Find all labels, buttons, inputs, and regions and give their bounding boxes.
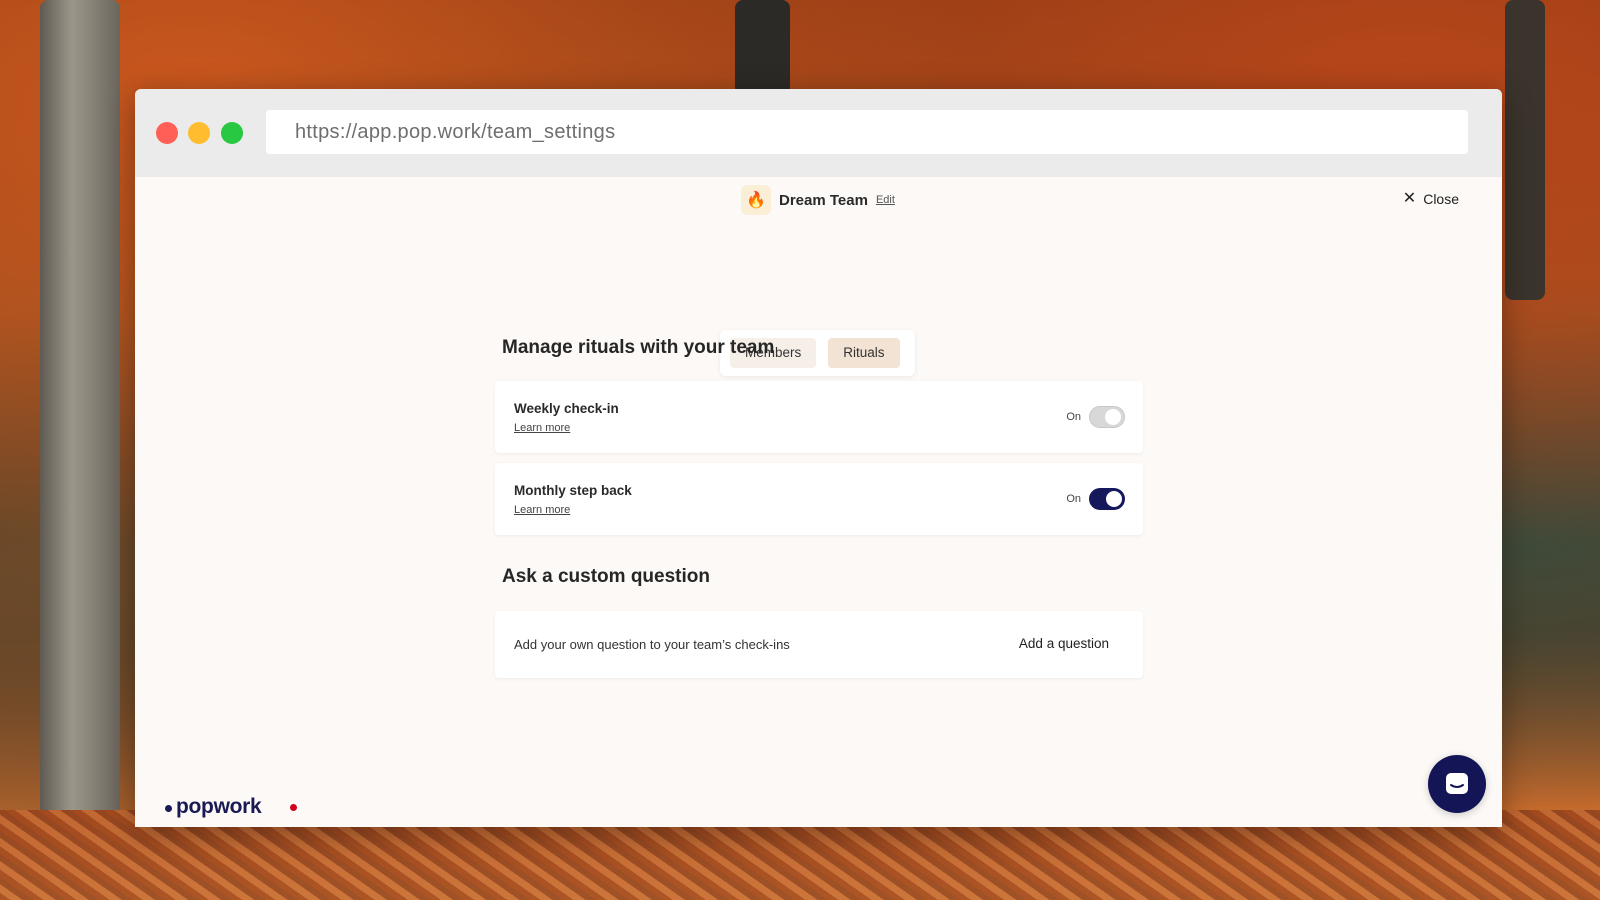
- team-settings-page: 🔥 Dream Team Edit ✕ Close Members Ritual…: [135, 177, 1502, 827]
- ritual-card-weekly: Weekly check-in Learn more On: [495, 381, 1143, 453]
- chat-icon: [1446, 773, 1468, 794]
- learn-more-link[interactable]: Learn more: [514, 504, 570, 516]
- close-icon: ✕: [1402, 190, 1417, 207]
- close-button[interactable]: ✕ Close: [1402, 190, 1459, 208]
- close-label: Close: [1423, 191, 1459, 207]
- rituals-section-title: Manage rituals with your team: [502, 337, 775, 358]
- chat-launcher-button[interactable]: [1428, 755, 1486, 813]
- window-close-dot[interactable]: [156, 122, 178, 144]
- toggle-knob: [1105, 409, 1121, 425]
- learn-more-link[interactable]: Learn more: [514, 422, 570, 434]
- add-question-button[interactable]: Add a question: [1019, 636, 1109, 651]
- ritual-card-monthly: Monthly step back Learn more On: [495, 463, 1143, 535]
- window-minimize-dot[interactable]: [188, 122, 210, 144]
- ritual-name: Monthly step back: [514, 483, 632, 498]
- custom-question-card: Add your own question to your team’s che…: [495, 611, 1143, 678]
- address-bar[interactable]: https://app.pop.work/team_settings: [266, 110, 1468, 154]
- recording-indicator-icon: [290, 804, 297, 811]
- weekly-checkin-toggle[interactable]: [1089, 406, 1125, 428]
- team-name: Dream Team: [779, 191, 868, 209]
- custom-question-section-title: Ask a custom question: [502, 566, 710, 587]
- toggle-status-label: On: [1066, 493, 1081, 505]
- toggle-knob: [1106, 491, 1122, 507]
- tab-rituals[interactable]: Rituals: [828, 338, 900, 368]
- ritual-name: Weekly check-in: [514, 401, 619, 416]
- logo-dot-icon: [165, 805, 172, 812]
- popwork-logo: popwork: [165, 795, 262, 819]
- tree-trunk-left: [40, 0, 120, 830]
- team-header: 🔥 Dream Team Edit: [741, 185, 895, 215]
- tree-trunk-back-2: [1505, 0, 1545, 300]
- monthly-step-back-toggle[interactable]: [1089, 488, 1125, 510]
- toggle-status-label: On: [1066, 411, 1081, 423]
- browser-chrome: https://app.pop.work/team_settings: [135, 89, 1502, 177]
- edit-team-link[interactable]: Edit: [876, 194, 895, 206]
- browser-window: https://app.pop.work/team_settings 🔥 Dre…: [135, 89, 1502, 827]
- tree-trunk-back: [735, 0, 790, 95]
- window-maximize-dot[interactable]: [221, 122, 243, 144]
- logo-text: popwork: [176, 795, 262, 818]
- team-fire-icon: 🔥: [741, 185, 771, 215]
- custom-question-description: Add your own question to your team’s che…: [514, 637, 790, 652]
